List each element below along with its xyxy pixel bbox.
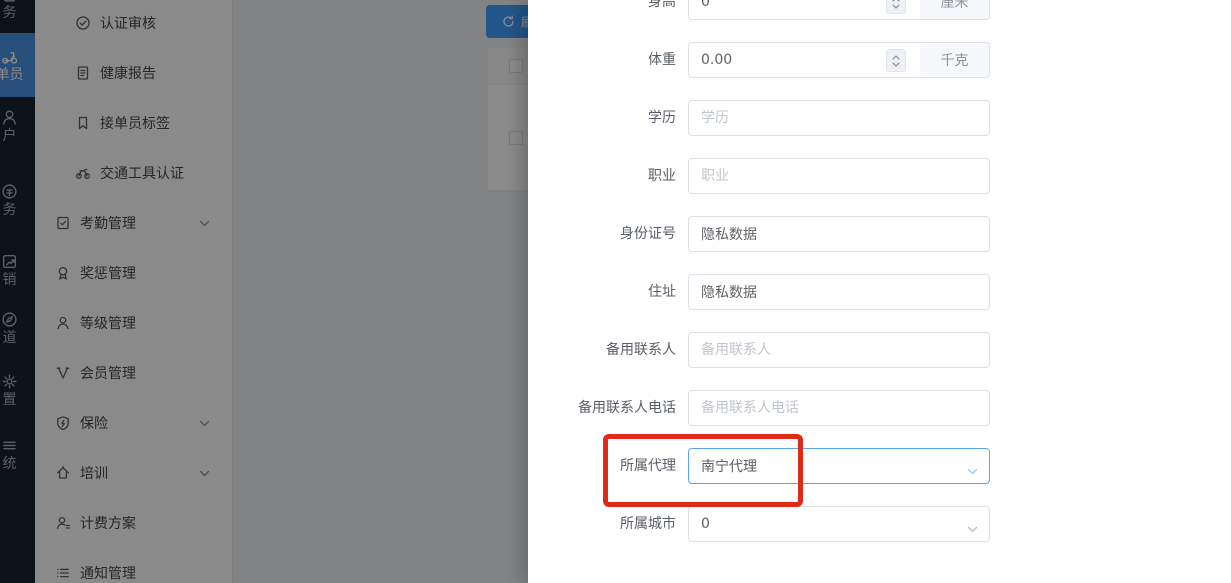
select-value: 南宁代理: [701, 456, 757, 476]
form-row-住址: 住址: [528, 274, 1231, 310]
field-label: 体重: [528, 42, 676, 78]
所属代理-select[interactable]: 南宁代理: [688, 448, 990, 484]
form-row-所属代理: 所属代理 南宁代理: [528, 448, 1231, 484]
modal-dim-overlay[interactable]: [0, 0, 528, 583]
field-label: 身高: [528, 0, 676, 20]
备用联系人电话-input[interactable]: [688, 390, 990, 426]
备用联系人-input[interactable]: [688, 332, 990, 368]
edit-receiver-drawer: 身高厘米体重千克学历职业身份证号住址备用联系人备用联系人电话所属代理南宁代理所属…: [528, 0, 1231, 583]
form-row-体重: 体重 千克: [528, 42, 1231, 78]
form-row-职业: 职业: [528, 158, 1231, 194]
form-row-身高: 身高 厘米: [528, 0, 1231, 20]
field-label: 身份证号: [528, 216, 676, 252]
select-value: 0: [701, 516, 710, 532]
spinner-up-icon[interactable]: [892, 55, 900, 60]
住址-input[interactable]: [688, 274, 990, 310]
所属城市-select[interactable]: 0: [688, 506, 990, 542]
form-row-备用联系人: 备用联系人: [528, 332, 1231, 368]
number-stepper[interactable]: [886, 0, 906, 14]
field-label: 住址: [528, 274, 676, 310]
form-row-学历: 学历: [528, 100, 1231, 136]
chevron-down-icon: [967, 526, 978, 533]
field-label: 备用联系人电话: [528, 390, 676, 426]
chevron-down-icon: [967, 468, 978, 475]
form-row-备用联系人电话: 备用联系人电话: [528, 390, 1231, 426]
学历-input[interactable]: [688, 100, 990, 136]
spinner-down-icon[interactable]: [892, 4, 900, 9]
spinner-up-icon[interactable]: [892, 0, 900, 2]
field-label: 所属城市: [528, 506, 676, 542]
number-stepper[interactable]: [886, 49, 906, 72]
field-label: 学历: [528, 100, 676, 136]
form-row-所属城市: 所属城市 0: [528, 506, 1231, 542]
身份证号-input[interactable]: [688, 216, 990, 252]
field-label: 职业: [528, 158, 676, 194]
unit-addon: 千克: [920, 42, 990, 78]
职业-input[interactable]: [688, 158, 990, 194]
spinner-down-icon[interactable]: [892, 62, 900, 67]
app-root: 务单员户务销道置统 认证审核健康报告接单员标签交通工具认证考勤管理奖惩管理等级管…: [0, 0, 1231, 583]
field-label: 备用联系人: [528, 332, 676, 368]
form-row-身份证号: 身份证号: [528, 216, 1231, 252]
unit-addon: 厘米: [920, 0, 990, 20]
field-label: 所属代理: [528, 448, 676, 484]
